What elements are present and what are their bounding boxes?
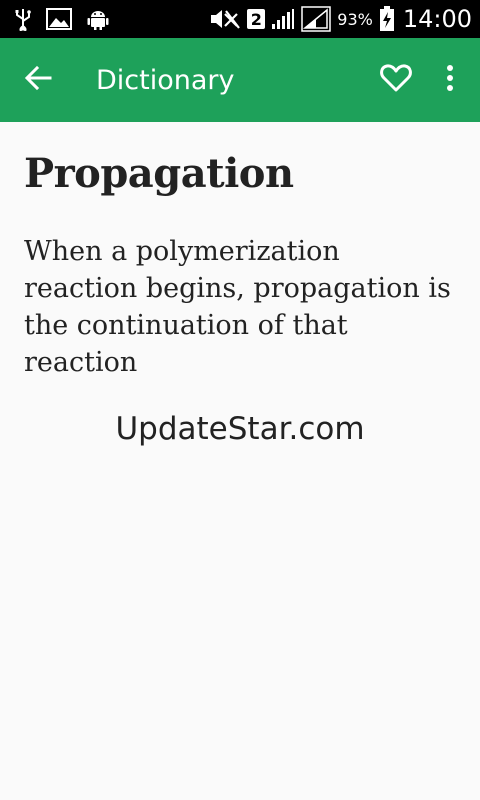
signal-icon — [271, 8, 295, 30]
mute-icon — [209, 8, 241, 30]
back-button[interactable] — [18, 60, 58, 100]
definition-content: Propagation When a polymerization reacti… — [0, 122, 480, 447]
android-debug-icon — [86, 7, 110, 31]
arrow-back-icon — [24, 65, 52, 95]
status-bar-right: 2 93% 14:00 — [203, 5, 472, 33]
heart-outline-icon — [380, 63, 412, 97]
status-bar-left — [14, 7, 124, 31]
entry-definition: When a polymerization reaction begins, p… — [24, 236, 451, 378]
status-bar: 2 93% 14:00 — [0, 0, 480, 38]
app-bar-title: Dictionary — [96, 64, 235, 96]
battery-percent: 93% — [337, 9, 373, 29]
battery-charging-icon — [379, 6, 395, 32]
image-icon — [46, 8, 72, 30]
signal-icon — [301, 6, 332, 32]
more-vert-icon — [446, 64, 454, 96]
clock: 14:00 — [402, 5, 472, 33]
more-options-button[interactable] — [428, 58, 472, 102]
entry-word: Propagation — [24, 150, 294, 197]
favorite-button[interactable] — [374, 58, 418, 102]
usb-icon — [14, 7, 32, 31]
watermark: UpdateStar.com — [115, 411, 365, 447]
sim-icon: 2 — [247, 9, 266, 29]
app-bar: Dictionary — [0, 38, 480, 122]
